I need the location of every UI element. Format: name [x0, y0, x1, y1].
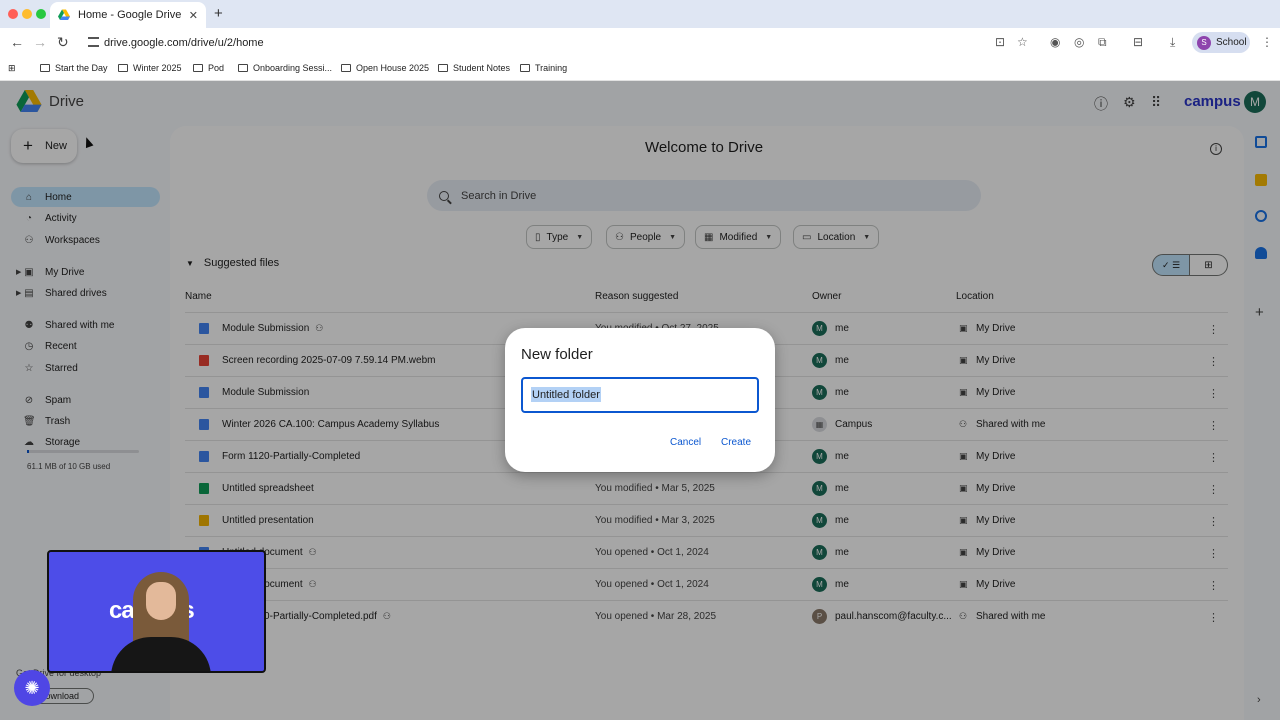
- folder-icon: [118, 64, 128, 72]
- tab-search-icon[interactable]: ⊟: [1133, 35, 1143, 49]
- tab-title: Home - Google Drive: [78, 9, 182, 21]
- browser-tab-bar: Home - Google Drive ✕ +: [0, 0, 1280, 28]
- maximize-window-button[interactable]: [36, 9, 46, 19]
- recorder-settings-gear-icon[interactable]: ✺: [14, 670, 50, 706]
- browser-menu-icon[interactable]: ⋮: [1261, 35, 1273, 49]
- new-folder-dialog: New folder Untitled folder Cancel Create: [505, 328, 775, 472]
- folder-icon: [520, 64, 530, 72]
- extension-record-icon[interactable]: ◎: [1074, 35, 1084, 49]
- folder-icon: [40, 64, 50, 72]
- folder-icon: [193, 64, 203, 72]
- selected-folder-name-text: Untitled folder: [531, 387, 601, 402]
- profile-chip[interactable]: S School: [1192, 32, 1250, 53]
- bookmarks-bar: ⊞ Start the Day Winter 2025 Pod Onboardi…: [0, 57, 1280, 81]
- extensions-puzzle-icon[interactable]: ⧉: [1098, 35, 1107, 50]
- bookmark-item[interactable]: Student Notes: [438, 63, 510, 73]
- forward-arrow-icon[interactable]: →: [33, 34, 47, 50]
- downloads-icon[interactable]: ⤓: [1170, 35, 1175, 50]
- minimize-window-button[interactable]: [22, 9, 32, 19]
- address-bar-row: ← → ↻ drive.google.com/drive/u/2/home ⊡ …: [0, 28, 1280, 57]
- bookmark-item[interactable]: Onboarding Sessi...: [238, 63, 332, 73]
- close-tab-icon[interactable]: ✕: [189, 9, 198, 22]
- create-button[interactable]: Create: [721, 437, 751, 448]
- presenter-face: [146, 582, 176, 620]
- folder-icon: [438, 64, 448, 72]
- bookmark-item[interactable]: Winter 2025: [118, 63, 182, 73]
- bookmark-item[interactable]: Training: [520, 63, 567, 73]
- url-text: drive.google.com/drive/u/2/home: [104, 36, 264, 49]
- bookmark-item[interactable]: Start the Day: [40, 63, 108, 73]
- extension-icon[interactable]: ◉: [1050, 35, 1060, 49]
- install-app-icon[interactable]: ⊡: [995, 35, 1005, 49]
- webcam-overlay[interactable]: campus: [47, 550, 266, 673]
- bookmark-item[interactable]: Pod: [193, 63, 224, 73]
- folder-icon: [238, 64, 248, 72]
- bookmark-star-icon[interactable]: ☆: [1017, 35, 1028, 49]
- close-window-button[interactable]: [8, 9, 18, 19]
- dialog-title: New folder: [521, 346, 593, 363]
- folder-icon: [341, 64, 351, 72]
- reload-icon[interactable]: ↻: [57, 34, 69, 51]
- cancel-button[interactable]: Cancel: [670, 437, 701, 448]
- profile-avatar: S: [1197, 35, 1211, 50]
- new-tab-button[interactable]: +: [214, 5, 223, 22]
- url-field[interactable]: drive.google.com/drive/u/2/home: [80, 31, 1040, 54]
- browser-tab-drive[interactable]: Home - Google Drive ✕: [50, 2, 206, 28]
- apps-grid-icon[interactable]: ⊞: [8, 63, 16, 74]
- drive-favicon-icon: [58, 9, 70, 20]
- site-settings-icon[interactable]: [88, 37, 99, 47]
- presenter-body: [111, 637, 211, 671]
- profile-label: School: [1216, 37, 1247, 48]
- bookmark-item[interactable]: Open House 2025: [341, 63, 429, 73]
- back-arrow-icon[interactable]: ←: [10, 34, 24, 50]
